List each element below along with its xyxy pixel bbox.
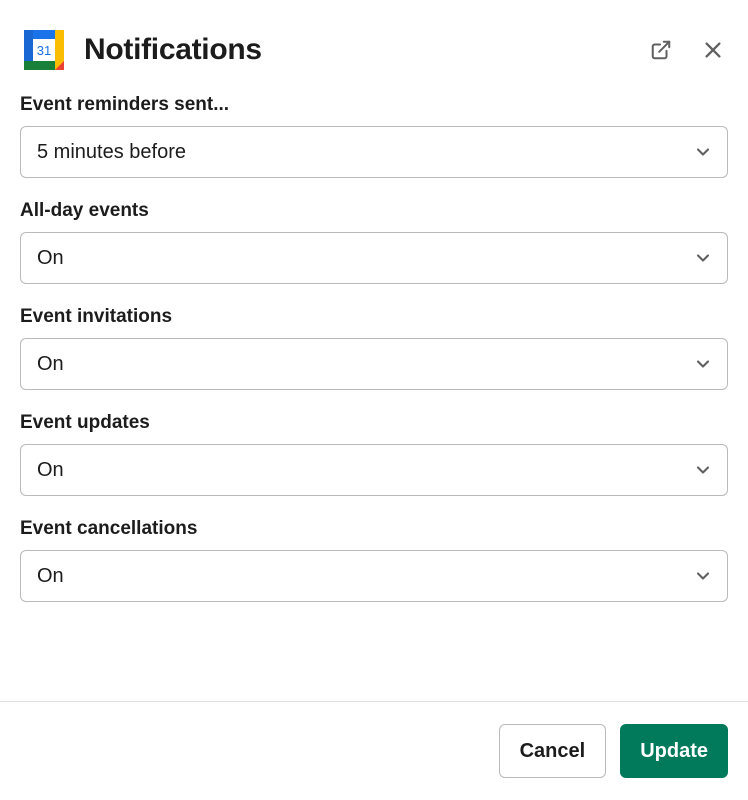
event-cancellations-select[interactable]: On: [20, 550, 728, 602]
dropdown-value: 5 minutes before: [37, 141, 186, 164]
external-link-icon: [650, 39, 672, 61]
field-event-updates: Event updates On: [20, 412, 728, 496]
event-reminders-select[interactable]: 5 minutes before: [20, 126, 728, 178]
modal-title: Notifications: [84, 33, 630, 67]
modal-body: Event reminders sent... 5 minutes before…: [0, 94, 748, 701]
dropdown-value: On: [37, 459, 64, 482]
field-label: Event cancellations: [20, 518, 728, 540]
google-calendar-icon: 31: [20, 26, 68, 74]
field-label: All-day events: [20, 200, 728, 222]
chevron-down-icon: [693, 248, 713, 268]
chevron-down-icon: [693, 354, 713, 374]
chevron-down-icon: [693, 142, 713, 162]
update-button[interactable]: Update: [620, 724, 728, 778]
field-label: Event updates: [20, 412, 728, 434]
chevron-down-icon: [693, 566, 713, 586]
modal-header: 31 Notifications: [0, 0, 748, 94]
header-actions: [646, 35, 728, 65]
field-event-invitations: Event invitations On: [20, 306, 728, 390]
field-label: Event invitations: [20, 306, 728, 328]
dropdown-value: On: [37, 565, 64, 588]
close-button[interactable]: [698, 35, 728, 65]
event-updates-select[interactable]: On: [20, 444, 728, 496]
chevron-down-icon: [693, 460, 713, 480]
all-day-events-select[interactable]: On: [20, 232, 728, 284]
dropdown-value: On: [37, 247, 64, 270]
field-event-reminders: Event reminders sent... 5 minutes before: [20, 94, 728, 178]
modal-footer: Cancel Update: [0, 701, 748, 800]
cancel-button[interactable]: Cancel: [499, 724, 607, 778]
open-external-button[interactable]: [646, 35, 676, 65]
close-icon: [702, 39, 724, 61]
field-all-day-events: All-day events On: [20, 200, 728, 284]
field-label: Event reminders sent...: [20, 94, 728, 116]
svg-text:31: 31: [37, 43, 51, 58]
dropdown-value: On: [37, 353, 64, 376]
event-invitations-select[interactable]: On: [20, 338, 728, 390]
field-event-cancellations: Event cancellations On: [20, 518, 728, 602]
